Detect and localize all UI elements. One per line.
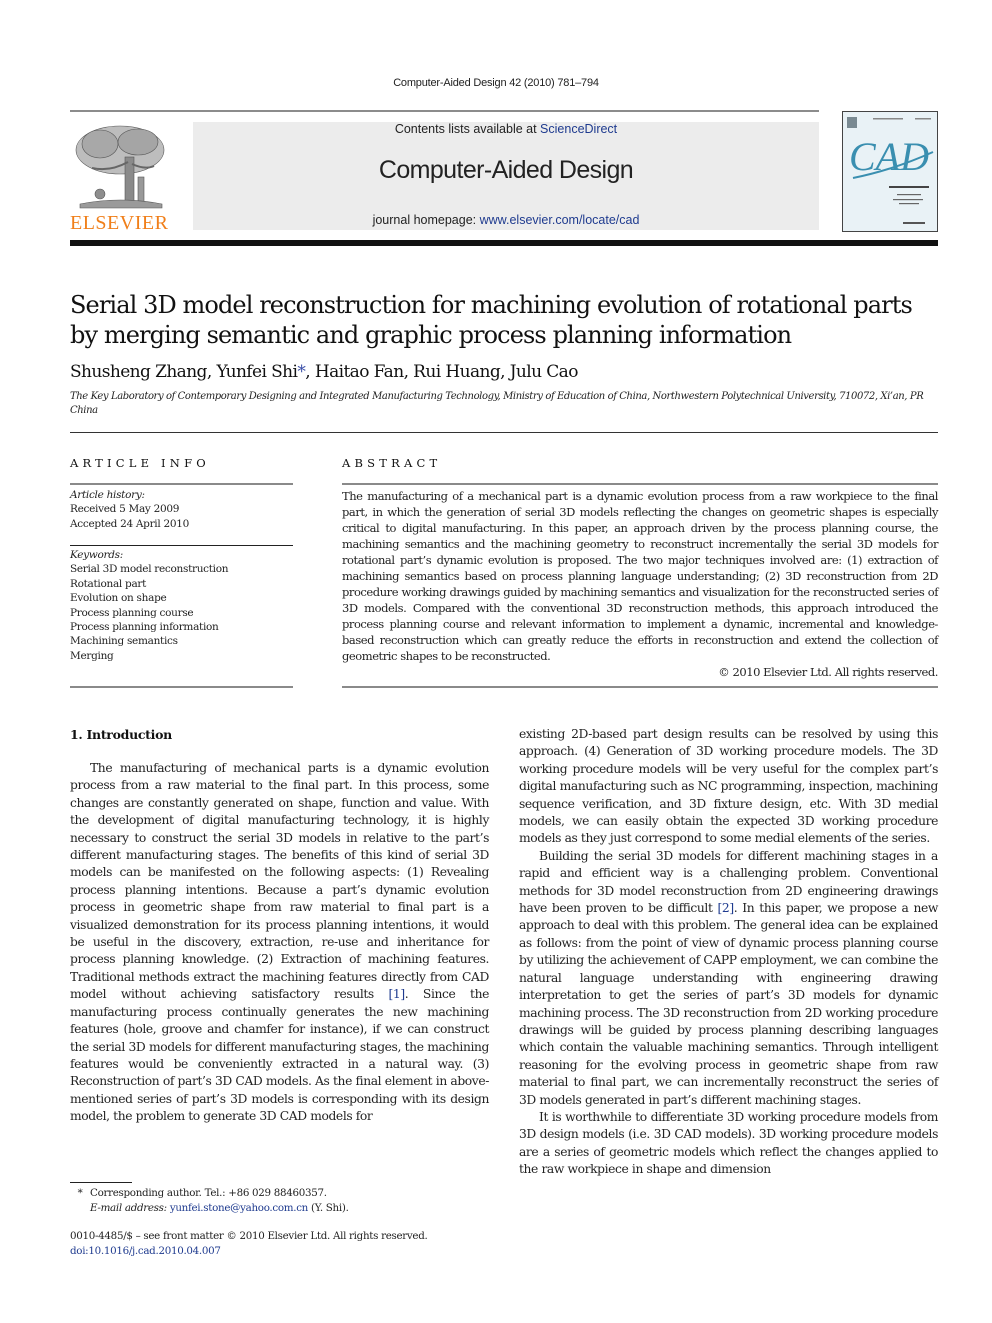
article-info-heading: ARTICLE INFO [70,456,210,470]
email-label: E-mail address: [90,1202,170,1214]
email-link[interactable]: yunfei.stone@yahoo.com.cn [170,1202,308,1214]
citation-link-2[interactable]: [2] [718,901,735,915]
keywords-label: Keywords: [70,549,123,561]
abstract: The manufacturing of a mechanical part i… [342,488,938,680]
paragraph-text: It is worthwhile to differentiate 3D wor… [519,1109,938,1177]
contents-availability: Contents lists available at ScienceDirec… [193,122,819,136]
intro-paragraph-continued: existing 2D-based part design results ca… [519,726,938,848]
header-bottom-thick-rule [70,240,938,246]
abstract-rule [342,483,938,485]
affiliation-rule [70,432,938,433]
keyword-item: Process planning course [70,606,194,619]
keyword-item: Serial 3D model reconstruction [70,563,229,576]
paragraph-text: . Since the manufacturing process contin… [70,987,489,1124]
received-date: Received 5 May 2009 [70,503,180,516]
sciencedirect-link[interactable]: ScienceDirect [540,122,617,136]
keywords-rule [70,545,293,546]
corresponding-author-text: Corresponding author. Tel.: +86 029 8846… [90,1187,327,1199]
history-label: Article history: [70,489,145,501]
homepage-link[interactable]: www.elsevier.com/locate/cad [480,213,640,227]
citation-link-1[interactable]: [1] [389,987,406,1001]
footnote-rule [70,1182,132,1183]
paragraph-text: existing 2D-based part design results ca… [519,727,938,846]
abstract-text: The manufacturing of a mechanical part i… [342,489,938,663]
accepted-date: Accepted 24 April 2010 [70,517,189,530]
paper-title: Serial 3D model reconstruction for machi… [70,291,913,349]
left-column: The manufacturing of mechanical parts is… [70,760,489,1126]
front-matter-notes: 0010-4485/$ – see front matter © 2010 El… [70,1229,500,1259]
article-history: Article history: Received 5 May 2009 Acc… [70,488,293,531]
footnote-star: * [77,1187,83,1199]
article-info-bottom-rule [70,686,293,688]
cover-cad-text: CAD [849,134,929,179]
abstract-bottom-rule [342,686,938,688]
authors-part-1: Shusheng Zhang, Yunfei Shi [70,362,298,382]
running-head: Computer-Aided Design 42 (2010) 781–794 [393,77,599,89]
keyword-item: Machining semantics [70,635,178,648]
keyword-item: Process planning information [70,621,219,634]
footnote-line-1: * Corresponding author. Tel.: +86 029 884… [70,1186,500,1201]
contents-prefix: Contents lists available at [394,122,541,136]
issn-line: 0010-4485/$ – see front matter © 2010 El… [70,1230,428,1242]
section-heading-introduction: 1. Introduction [70,727,172,742]
author-list: Shusheng Zhang, Yunfei Shi*, Haitao Fan,… [70,362,578,382]
journal-homepage: journal homepage: www.elsevier.com/locat… [193,213,819,227]
journal-title: Computer-Aided Design [378,156,634,184]
intro-paragraph-3: It is worthwhile to differentiate 3D wor… [519,1109,938,1179]
right-column: existing 2D-based part design results ca… [519,726,938,1179]
footnote-line-2: E-mail address: yunfei.stone@yahoo.com.c… [70,1201,500,1216]
authors-part-2: , Haitao Fan, Rui Huang, Julu Cao [305,362,578,382]
article-info-rule [70,483,293,485]
doi-link[interactable]: doi:10.1016/j.cad.2010.04.007 [70,1244,500,1259]
journal-cover-thumbnail[interactable]: CAD [842,111,938,232]
affiliation: The Key Laboratory of Contemporary Desig… [70,391,924,416]
homepage-prefix: journal homepage: [372,213,480,227]
keywords-block: Keywords: Serial 3D model reconstruction… [70,548,293,663]
keyword-item: Rotational part [70,577,147,590]
intro-paragraph-1: The manufacturing of mechanical parts is… [70,760,489,1126]
elsevier-wordmark[interactable]: ELSEVIER [70,212,170,235]
keyword-item: Evolution on shape [70,592,167,605]
abstract-copyright: © 2010 Elsevier Ltd. All rights reserved… [718,665,938,679]
intro-paragraph-2: Building the serial 3D models for differ… [519,848,938,1109]
email-suffix: (Y. Shi). [308,1202,349,1214]
paragraph-text: . In this paper, we propose a new approa… [519,901,938,1107]
corresponding-author-footnote: * Corresponding author. Tel.: +86 029 884… [70,1186,500,1216]
abstract-heading: ABSTRACT [342,456,442,470]
keyword-item: Merging [70,649,114,662]
paragraph-text: The manufacturing of mechanical parts is… [70,761,489,1002]
header-top-rule [70,110,819,112]
